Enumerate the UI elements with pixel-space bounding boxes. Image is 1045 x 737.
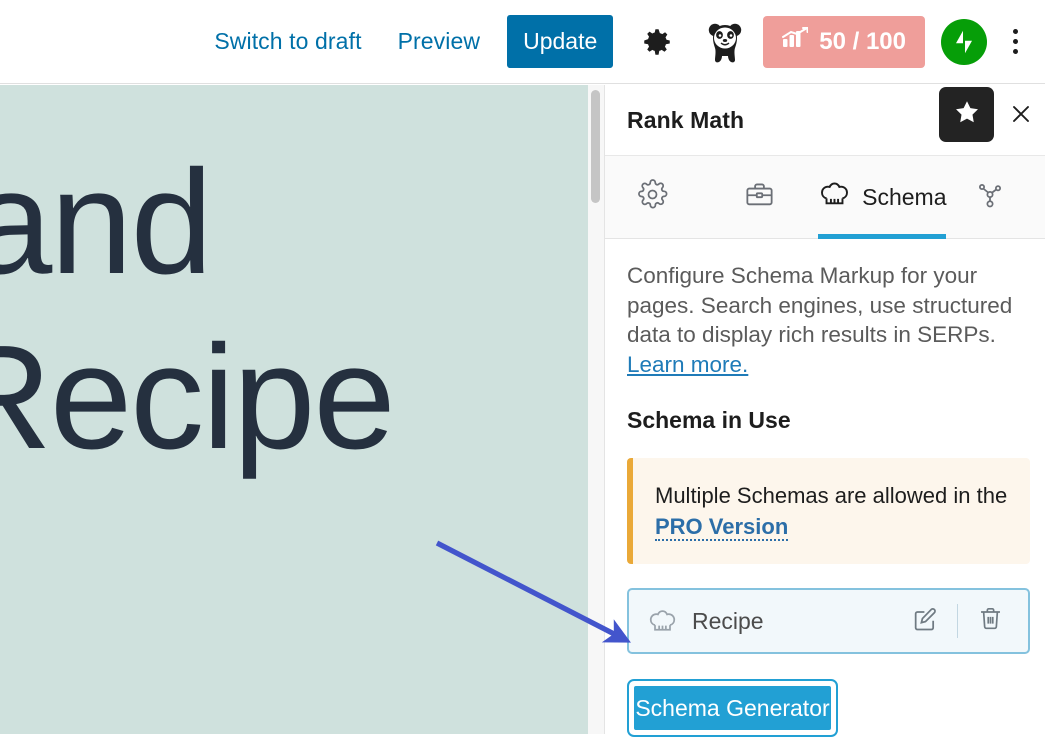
favorite-star-button[interactable]	[939, 87, 994, 142]
schema-intro-text: Configure Schema Markup for your pages. …	[627, 261, 1023, 379]
social-share-icon	[975, 180, 1005, 215]
rank-math-title: Rank Math	[627, 106, 745, 133]
card-action-divider	[957, 604, 958, 638]
post-editor-canvas[interactable]: and Recipe	[0, 85, 588, 734]
rank-math-panel-header: Rank Math	[605, 85, 1045, 156]
schema-generator-focus-ring: Schema Generator	[627, 679, 838, 737]
pro-notice-copy: Multiple Schemas are allowed in the	[655, 483, 1008, 508]
learn-more-link[interactable]: Learn more.	[627, 352, 748, 377]
kebab-dot	[1012, 49, 1018, 54]
chef-hat-icon	[818, 178, 851, 216]
seo-bar-chart-icon	[782, 27, 809, 56]
pro-notice-text: Multiple Schemas are allowed in the PRO …	[655, 483, 1007, 541]
pro-version-link[interactable]: PRO Version	[655, 514, 789, 541]
panda-icon[interactable]	[705, 20, 745, 64]
schema-in-use-heading: Schema in Use	[627, 407, 791, 433]
tab-general[interactable]	[605, 156, 712, 239]
canvas-heading-line-1[interactable]: and	[0, 135, 213, 310]
schema-generator-button[interactable]: Schema Generator	[632, 684, 833, 732]
close-panel-button[interactable]	[1006, 101, 1036, 131]
tab-social[interactable]	[946, 156, 1045, 239]
tab-schema[interactable]: Schema	[818, 156, 947, 239]
seo-score-value: 50 / 100	[819, 27, 906, 55]
gear-icon	[637, 179, 668, 215]
seo-score-badge[interactable]: 50 / 100	[763, 15, 925, 68]
edit-schema-button[interactable]	[905, 601, 945, 641]
schema-intro-copy: Configure Schema Markup for your pages. …	[627, 263, 1013, 347]
switch-to-draft-button[interactable]: Switch to draft	[214, 22, 361, 61]
chef-hat-icon	[647, 606, 678, 637]
canvas-heading-line-2[interactable]: Recipe	[0, 310, 396, 485]
close-icon	[1009, 102, 1033, 131]
update-button[interactable]: Update	[507, 15, 614, 68]
kebab-dot	[1012, 29, 1018, 34]
schema-card-name: Recipe	[692, 607, 764, 634]
preview-button[interactable]: Preview	[398, 22, 481, 61]
edit-pencil-icon	[911, 605, 939, 638]
rank-math-panel: Rank Math Schema Configure Schema Markup…	[604, 85, 1045, 737]
rank-math-tabs: Schema	[605, 156, 1045, 239]
tab-advanced[interactable]	[712, 156, 819, 239]
tab-schema-label: Schema	[862, 183, 947, 210]
more-options-kebab-icon[interactable]	[1003, 24, 1027, 60]
schema-in-use-card[interactable]: Recipe	[627, 588, 1030, 654]
schema-tab-content: Configure Schema Markup for your pages. …	[605, 239, 1045, 737]
star-icon	[953, 98, 981, 131]
pro-version-notice: Multiple Schemas are allowed in the PRO …	[627, 458, 1030, 564]
kebab-dot	[1012, 39, 1018, 44]
briefcase-icon	[744, 179, 775, 215]
editor-top-bar: Switch to draft Preview Update 50 / 100	[0, 0, 1045, 84]
editor-scrollbar-thumb[interactable]	[591, 90, 600, 203]
delete-schema-button[interactable]	[970, 601, 1010, 641]
jetpack-icon[interactable]	[941, 18, 987, 65]
trash-icon	[977, 605, 1004, 637]
app-root: Switch to draft Preview Update 50 / 100 …	[0, 0, 1045, 737]
settings-gear-icon[interactable]	[639, 24, 675, 60]
editor-scrollbar-track[interactable]	[588, 85, 605, 734]
